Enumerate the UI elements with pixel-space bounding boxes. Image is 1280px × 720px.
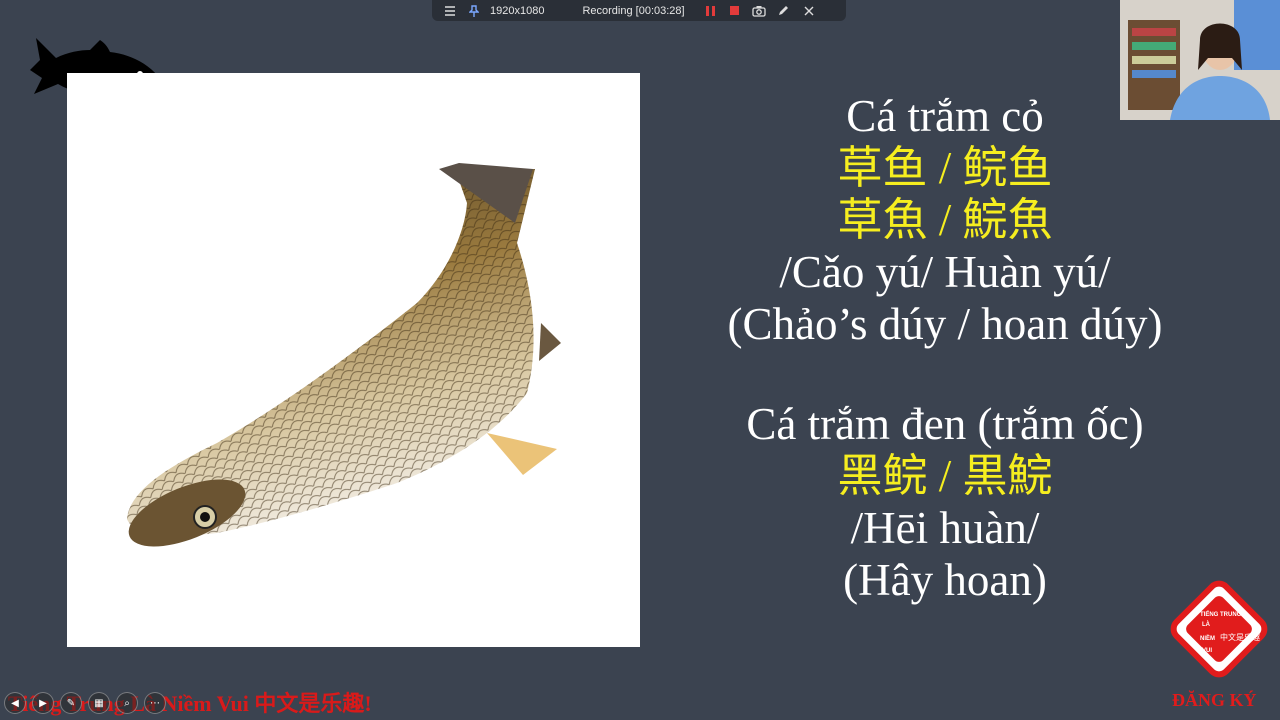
vocab-black-carp: Cá trắm đen (trắm ốc) 黑鲩 / 黒鯇 /Hēi huàn/… bbox=[640, 398, 1250, 606]
pin-icon[interactable] bbox=[466, 3, 482, 19]
reading-guide: (Chảo’s dúy / hoan dúy) bbox=[727, 299, 1163, 349]
more-options-icon[interactable]: ⋯ bbox=[144, 692, 166, 714]
logo-text-left3: NIỀM bbox=[1200, 635, 1215, 642]
logo-text-left: TIẾNG TRUNG bbox=[1200, 611, 1242, 618]
menu-icon[interactable] bbox=[442, 3, 458, 19]
zoom-icon[interactable]: ⌕ bbox=[116, 692, 138, 714]
subscribe-label[interactable]: ĐĂNG KÝ bbox=[1172, 690, 1257, 711]
prev-slide-icon[interactable]: ◀ bbox=[4, 692, 26, 714]
stop-icon[interactable] bbox=[727, 3, 743, 19]
close-icon[interactable] bbox=[801, 3, 817, 19]
recording-status: Recording [00:03:28] bbox=[582, 4, 685, 17]
logo-text-left4: VUI bbox=[1202, 648, 1212, 654]
resolution-label: 1920x1080 bbox=[490, 4, 545, 17]
logo-text-left2: LÀ bbox=[1202, 621, 1211, 628]
recording-toolbar: 1920x1080 Recording [00:03:28] bbox=[432, 0, 846, 21]
webcam-overlay bbox=[1120, 0, 1280, 120]
pen-tool-icon[interactable]: ✎ bbox=[60, 692, 82, 714]
camera-icon[interactable] bbox=[751, 3, 767, 19]
chinese-term: 黑鲩 / 黒鯇 bbox=[837, 451, 1053, 501]
pinyin: /Hēi huàn/ bbox=[850, 503, 1040, 553]
slide-controls: ◀ ▶ ✎ ▦ ⌕ ⋯ bbox=[4, 692, 166, 714]
slides-grid-icon[interactable]: ▦ bbox=[88, 692, 110, 714]
grass-carp-photo bbox=[67, 73, 640, 647]
vietnamese-term: Cá trắm đen (trắm ốc) bbox=[746, 399, 1144, 449]
vocab-grass-carp: Cá trắm cỏ 草鱼 / 鲩鱼 草魚 / 鯇魚 /Cǎo yú/ Huàn… bbox=[640, 90, 1250, 350]
pause-icon[interactable] bbox=[703, 3, 719, 19]
brand-logo[interactable]: TIẾNG TRUNG LÀ NIỀM VUI 中文是乐趣 bbox=[1168, 578, 1270, 680]
pen-icon[interactable] bbox=[775, 3, 791, 19]
chinese-simplified: 草鱼 / 鲩鱼 bbox=[837, 143, 1053, 193]
next-slide-icon[interactable]: ▶ bbox=[32, 692, 54, 714]
logo-text-right: 中文是乐趣 bbox=[1220, 632, 1260, 642]
chinese-traditional: 草魚 / 鯇魚 bbox=[837, 195, 1053, 245]
pinyin: /Cǎo yú/ Huàn yú/ bbox=[779, 247, 1111, 297]
reading-guide: (Hây hoan) bbox=[843, 555, 1047, 605]
